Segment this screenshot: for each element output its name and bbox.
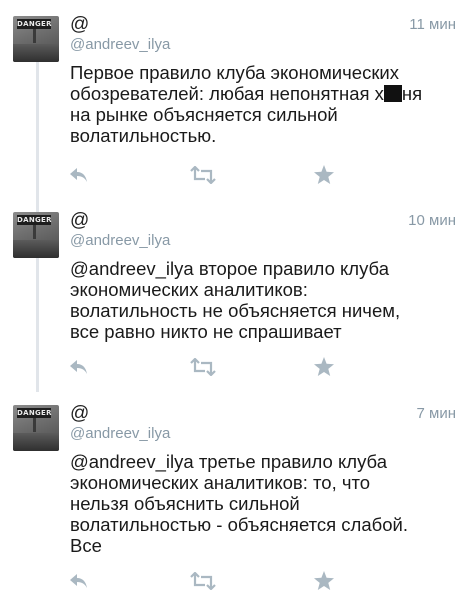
censor-block bbox=[383, 85, 402, 102]
avatar-sign: DANGER bbox=[17, 19, 52, 29]
author-name[interactable]: @ bbox=[70, 14, 89, 36]
avatar-sign: DANGER bbox=[17, 215, 52, 225]
avatar[interactable]: DANGER bbox=[13, 405, 59, 451]
reply-icon[interactable] bbox=[68, 165, 90, 185]
tweet-timestamp[interactable]: 7 мин bbox=[417, 405, 457, 423]
tweet-text: @andreev_ilya третье правило клуба эконо… bbox=[70, 451, 408, 556]
star-icon[interactable] bbox=[313, 356, 335, 378]
author-name[interactable]: @ bbox=[70, 210, 89, 232]
star-icon[interactable] bbox=[313, 164, 335, 186]
avatar[interactable]: DANGER bbox=[13, 16, 59, 62]
star-icon[interactable] bbox=[313, 570, 335, 592]
tweet-text: @andreev_ilya второе правило клуба эконо… bbox=[70, 258, 401, 342]
tweet-actions bbox=[0, 357, 474, 381]
tweet-text-part: Первое правило клуба экономических обозр… bbox=[70, 62, 399, 104]
reply-icon[interactable] bbox=[68, 571, 90, 591]
author-name[interactable]: @ bbox=[70, 403, 89, 425]
tweet-timestamp[interactable]: 10 мин bbox=[408, 212, 456, 230]
retweet-icon[interactable] bbox=[190, 166, 216, 184]
avatar[interactable]: DANGER bbox=[13, 212, 59, 258]
retweet-icon[interactable] bbox=[190, 572, 216, 590]
tweet-actions bbox=[0, 571, 474, 595]
tweet-text: Первое правило клуба экономических обозр… bbox=[70, 62, 465, 146]
author-handle[interactable]: @andreev_ilya bbox=[70, 36, 170, 54]
avatar-sign: DANGER bbox=[17, 408, 52, 418]
tweet-actions bbox=[0, 165, 474, 189]
tweet-timestamp[interactable]: 11 мин bbox=[409, 16, 456, 34]
retweet-icon[interactable] bbox=[190, 358, 216, 376]
reply-icon[interactable] bbox=[68, 357, 90, 377]
author-handle[interactable]: @andreev_ilya bbox=[70, 425, 170, 443]
author-handle[interactable]: @andreev_ilya bbox=[70, 232, 170, 250]
